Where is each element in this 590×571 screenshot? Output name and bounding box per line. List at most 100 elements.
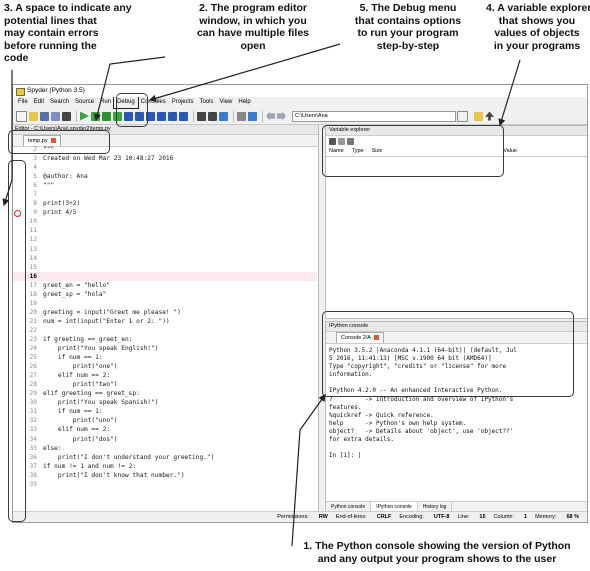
highlight-variable-explorer xyxy=(322,125,504,177)
stop-debug-icon[interactable] xyxy=(179,111,188,121)
code-line[interactable]: 13 xyxy=(13,245,317,254)
code-line[interactable]: 10 xyxy=(13,217,317,226)
code-line[interactable]: 29 elif greeting == greet_sp: xyxy=(13,389,317,398)
menu-view[interactable]: View xyxy=(216,97,235,108)
step-return-icon[interactable] xyxy=(157,111,166,121)
code-line[interactable]: 32 print("uno") xyxy=(13,416,317,425)
status-permissions: Permissions: RW xyxy=(277,514,328,520)
menu-search[interactable]: Search xyxy=(47,97,72,108)
code-text: num = int(input("Enter 1 or 2: ")) xyxy=(43,317,170,325)
code-text: greet_en = "hello" xyxy=(43,281,111,289)
callout-line: may contain errors xyxy=(4,27,99,39)
highlight-debug-menu xyxy=(116,93,148,127)
code-line[interactable]: 31 if num == 1: xyxy=(13,407,317,416)
callout-line: that shows you xyxy=(498,14,576,27)
code-area[interactable]: 2 """ 3 Created on Wed Mar 23 10:48:27 2016… xyxy=(13,145,317,505)
code-text: print("uno") xyxy=(43,417,118,425)
code-line[interactable]: 14 xyxy=(13,254,317,263)
status-memory: Memory: 68 % xyxy=(535,514,579,520)
code-line[interactable]: 11 xyxy=(13,226,317,235)
callout-python-console: 1. The Python console showing the versio… xyxy=(292,540,582,565)
code-line[interactable]: 35 else: xyxy=(13,444,317,453)
callout-line: to run your program xyxy=(357,27,459,39)
code-line[interactable]: 9 print 4/5 xyxy=(13,208,317,217)
save-icon[interactable] xyxy=(40,111,49,121)
menu-projects[interactable]: Projects xyxy=(169,97,197,108)
code-text: if greeting == greet_en: xyxy=(43,335,133,343)
code-line[interactable]: 19 xyxy=(13,299,317,308)
code-line[interactable]: 24 print("You speak English!") xyxy=(13,344,317,353)
code-line[interactable]: 34 print("dos") xyxy=(13,435,317,444)
code-text: if num == 1: xyxy=(43,354,103,362)
code-line[interactable]: 17 greet_en = "hello" xyxy=(13,281,317,290)
code-text: print("one") xyxy=(43,363,118,371)
code-line[interactable]: 22 xyxy=(13,326,317,335)
code-line[interactable]: 23 if greeting == greet_en: xyxy=(13,335,317,344)
code-line[interactable]: 16 xyxy=(13,271,317,281)
code-line[interactable]: 21 num = int(input("Enter 1 or 2: ")) xyxy=(13,317,317,326)
separator xyxy=(76,110,77,122)
python-path-icon[interactable] xyxy=(248,111,257,121)
code-text: @author: Ana xyxy=(43,173,88,181)
code-line[interactable]: 4 xyxy=(13,163,317,172)
preferences-icon[interactable] xyxy=(219,111,228,121)
browse-folder-icon[interactable] xyxy=(474,111,483,121)
code-line[interactable]: 20 greeting = input("Greet me please! ") xyxy=(13,308,317,317)
new-file-icon[interactable] xyxy=(16,110,27,122)
code-text: greet_sp = "hola" xyxy=(43,290,107,298)
save-all-icon[interactable] xyxy=(51,111,60,121)
callout-line: open xyxy=(240,39,266,52)
maximize-pane-icon[interactable] xyxy=(197,111,206,121)
code-text: print("I don't know that number.") xyxy=(43,471,185,479)
code-line[interactable]: 28 print("two") xyxy=(13,380,317,389)
parent-directory-icon[interactable] xyxy=(485,111,494,121)
menu-file[interactable]: File xyxy=(15,97,31,108)
run-icon[interactable] xyxy=(80,111,89,121)
code-line[interactable]: 15 xyxy=(13,263,317,272)
callout-debug-menu: 5. The Debug menu that contains options to… xyxy=(339,2,477,52)
code-text: """ xyxy=(43,182,55,190)
code-line[interactable]: 26 print("one") xyxy=(13,362,317,371)
code-line[interactable]: 18 greet_sp = "hola" xyxy=(13,290,317,299)
back-arrow-icon[interactable] xyxy=(266,111,275,121)
code-line[interactable]: 36 print("I don't understand your greeti… xyxy=(13,453,317,462)
code-line[interactable]: 25 if num == 1: xyxy=(13,353,317,362)
code-line[interactable]: 39 xyxy=(13,480,317,489)
menu-run[interactable]: Run xyxy=(97,97,114,108)
callout-line: before running the xyxy=(4,39,97,52)
callout-line: and any output your program shows to the… xyxy=(317,552,557,565)
menu-tools[interactable]: Tools xyxy=(196,97,216,108)
menu-edit[interactable]: Edit xyxy=(31,97,47,108)
status-bar: Permissions: RW End-of-lines: CRLF Encodin… xyxy=(13,511,587,522)
code-text: print(3+2) xyxy=(43,200,81,208)
code-line[interactable]: 8 print(3+2) xyxy=(13,199,317,208)
forward-arrow-icon[interactable] xyxy=(277,111,286,121)
code-line[interactable]: 7 xyxy=(13,190,317,199)
list-icon[interactable] xyxy=(62,111,71,121)
code-text: if num == 1: xyxy=(43,408,103,416)
code-line[interactable]: 37 if num != 1 and num != 2: xyxy=(13,462,317,471)
menu-help[interactable]: Help xyxy=(235,97,253,108)
code-line[interactable]: 27 elif num == 2: xyxy=(13,371,317,380)
callout-line: values of objects xyxy=(494,27,580,39)
code-line[interactable]: 30 print("You speak Spanish!") xyxy=(13,398,317,407)
menu-source[interactable]: Source xyxy=(72,97,97,108)
code-line[interactable]: 5 @author: Ana xyxy=(13,172,317,181)
working-directory-input[interactable]: C:\Users\Ana xyxy=(292,110,456,122)
code-line[interactable]: 6 """ xyxy=(13,181,317,190)
code-text: elif num == 2: xyxy=(43,426,111,434)
run-cell-advance-icon[interactable] xyxy=(102,111,111,121)
column-header-value[interactable]: Value xyxy=(503,146,517,156)
code-line[interactable]: 3 Created on Wed Mar 23 10:48:27 2016 xyxy=(13,154,317,163)
fullscreen-icon[interactable] xyxy=(208,111,217,121)
code-text: Created on Wed Mar 23 10:48:27 2016 xyxy=(43,155,174,163)
continue-icon[interactable] xyxy=(168,111,177,121)
run-cell-icon[interactable] xyxy=(91,111,100,121)
code-line[interactable]: 12 xyxy=(13,235,317,244)
tools-icon[interactable] xyxy=(237,111,246,121)
code-line[interactable]: 33 elif num == 2: xyxy=(13,425,317,434)
open-file-icon[interactable] xyxy=(29,111,38,121)
code-line[interactable]: 38 print("I don't know that number.") xyxy=(13,471,317,480)
toolbar: C:\Users\Ana xyxy=(13,108,587,125)
dropdown-arrow-icon[interactable] xyxy=(457,110,468,122)
